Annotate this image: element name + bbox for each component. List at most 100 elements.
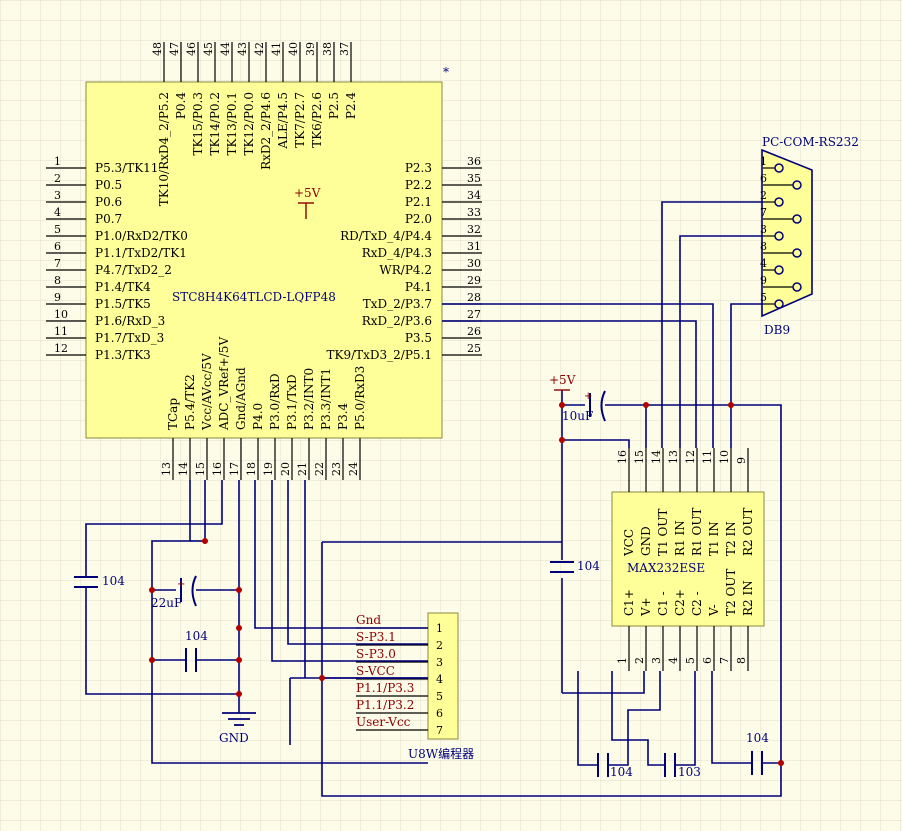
mcu-pin-46-number: 46 (185, 42, 198, 56)
mcu-pin-22-number: 22 (313, 462, 326, 476)
db9-pin-9-number: 9 (760, 274, 767, 287)
max232-pin-5-number: 5 (684, 657, 697, 664)
max232-pin-8-label: R2 IN (741, 580, 755, 616)
mcu-pin-31-number: 31 (467, 240, 481, 253)
mcu-pin-27-number: 27 (467, 308, 481, 321)
mcu-pin-43-label: TK12/P0.0 (242, 92, 256, 155)
db9-pin-6-number: 6 (760, 172, 767, 185)
mcu-pin-19-label: P3.0/RxD (268, 373, 282, 430)
max232-pin-7-label: T2 OUT (724, 569, 738, 616)
mcu-pin-9-number: 9 (54, 291, 61, 304)
mcu-pin-40-number: 40 (287, 42, 300, 56)
db9-pin-5-number: 5 (760, 291, 767, 304)
mcu-pin-42-label: RxD2_2/P4.6 (259, 92, 273, 170)
mcu-pin-29-number: 29 (467, 274, 481, 287)
mcu-pin-29-label: P4.1 (405, 280, 432, 294)
mcu-chip[interactable]: 1 P5.3/TK11 2 P0.5 3 P0.6 4 P0.7 5 P1.0/RxD2/TK0 6… (46, 42, 482, 480)
db9-pin-8-number: 8 (760, 240, 767, 253)
mcu-pin-26-number: 26 (467, 325, 481, 338)
max232-pin-6-label: V- (707, 604, 721, 617)
mcu-pin-34-number: 34 (467, 189, 481, 202)
mcu-pin-27-label: RxD_2/P3.6 (362, 314, 432, 328)
mcu-pin-39-label: TK6/P2.6 (310, 92, 324, 148)
mcu-pin-21-label: P3.2/INT0 (302, 368, 316, 430)
mcu-pin-47-number: 47 (168, 42, 181, 56)
header-pin-6-number: 6 (436, 707, 443, 720)
mcu-pin-36-label: P2.3 (405, 161, 432, 175)
mcu-pin-32-label: RD/TxD_4/P4.4 (340, 229, 432, 243)
mcu-pin-19-number: 19 (262, 462, 275, 476)
mcu-pin-28-number: 28 (467, 291, 481, 304)
mcu-pin-2-label: P0.5 (95, 178, 122, 192)
mcu-pin-14-label: P5.4/TK2 (183, 374, 197, 430)
mcu-pin-20-label: P3.1/TxD (285, 374, 299, 430)
mcu-pin-11-label: P1.7/TxD_3 (95, 331, 164, 345)
max232-pin-9-number: 9 (735, 457, 748, 464)
mcu-pin-12-number: 12 (54, 342, 68, 355)
mcu-pin-30-label: WR/P4.2 (379, 263, 432, 277)
cap-mid-label: 104 (185, 629, 208, 643)
mcu-pin-44-label: TK13/P0.1 (225, 92, 239, 155)
max232-pin-14-number: 14 (650, 450, 663, 464)
max232-pin-2-label: V+ (639, 597, 653, 617)
db9-pin-3-contact (774, 231, 784, 241)
mcu-pin-4-label: P0.7 (95, 212, 122, 226)
mcu-pin-33-label: P2.0 (405, 212, 432, 226)
mcu-pin-16-number: 16 (211, 462, 224, 476)
max232-pin-11-label: T1 IN (707, 521, 721, 556)
mcu-pin-13-label: TCap (166, 398, 180, 430)
mcu-pin-11-number: 11 (54, 325, 68, 338)
header-pin-6-label: P1.1/P3.2 (356, 698, 414, 712)
cap-left-label: 104 (102, 574, 125, 588)
mcu-pin-28-label: TxD_2/P3.7 (363, 297, 432, 311)
mcu-name: STC8H4K64TLCD-LQFP48 (172, 290, 336, 304)
cap-bot1-label: 104 (610, 765, 633, 779)
mcu-pin-26-label: P3.5 (405, 331, 432, 345)
mcu-pin-1-label: P5.3/TK11 (95, 161, 158, 175)
mcu-pin-40-label: TK7/P2.7 (293, 92, 307, 148)
header-pin-2-number: 2 (436, 639, 443, 652)
db9-pin-9-contact (792, 282, 802, 292)
mcu-pin-25-number: 25 (467, 342, 481, 355)
db9-pin-6-contact (792, 180, 802, 190)
cap-22uf-plus: + (177, 579, 185, 590)
mcu-pin-46-label: TK15/P0.3 (191, 92, 205, 155)
mcu-pin-44-number: 44 (219, 42, 232, 56)
mcu-pin-2-number: 2 (54, 172, 61, 185)
mcu-star: * (443, 65, 449, 79)
max232-pin-16-number: 16 (616, 450, 629, 464)
mcu-pin-34-label: P2.1 (405, 195, 432, 209)
max232-pin-16-label: VCC (622, 529, 636, 557)
header-pin-4-number: 4 (436, 673, 443, 686)
mcu-pin-3-number: 3 (54, 189, 61, 202)
header-pin-2-label: S-P3.1 (356, 630, 396, 644)
mcu-pin-3-label: P0.6 (95, 195, 122, 209)
mcu-pin-45-number: 45 (202, 42, 215, 56)
mcu-pin-18-label: P4.0 (251, 403, 265, 430)
mcu-pin-30-number: 30 (467, 257, 481, 270)
db9-pin-4-number: 4 (760, 257, 767, 270)
mcu-pin-1-number: 1 (54, 155, 61, 168)
mcu-pin-24-number: 24 (347, 462, 360, 476)
header-body (427, 612, 459, 740)
mcu-pin-10-number: 10 (54, 308, 68, 321)
max232-pin-9-label: R2 OUT (741, 508, 755, 556)
mcu-pin-7-number: 7 (54, 257, 61, 270)
mcu-pin-18-number: 18 (245, 462, 258, 476)
mcu-pin-5-number: 5 (54, 223, 61, 236)
max232-pin-15-number: 15 (633, 450, 646, 464)
db9-pin-3-number: 3 (760, 223, 767, 236)
header-pin-5-label: P1.1/P3.3 (356, 681, 414, 695)
cap-10uf-plus: + (584, 391, 592, 402)
max232-pin-10-label: T2 IN (724, 521, 738, 556)
max232-pin-13-number: 13 (667, 450, 680, 464)
max232-pin-4-number: 4 (667, 657, 680, 664)
mcu-pin-37-label: P2.4 (344, 92, 358, 120)
db9-pin-7-contact (792, 214, 802, 224)
mcu-pin-10-label: P1.6/RxD_3 (95, 314, 165, 328)
max232-pin-8-number: 8 (735, 657, 748, 664)
cap-bot3-label: 104 (746, 731, 769, 745)
mcu-pin-20-number: 20 (279, 462, 292, 476)
mcu-pin-17-label: Gnd/AGnd (234, 367, 248, 430)
mcu-pin-48-label: TK10/RxD4_2/P5.2 (157, 92, 171, 206)
